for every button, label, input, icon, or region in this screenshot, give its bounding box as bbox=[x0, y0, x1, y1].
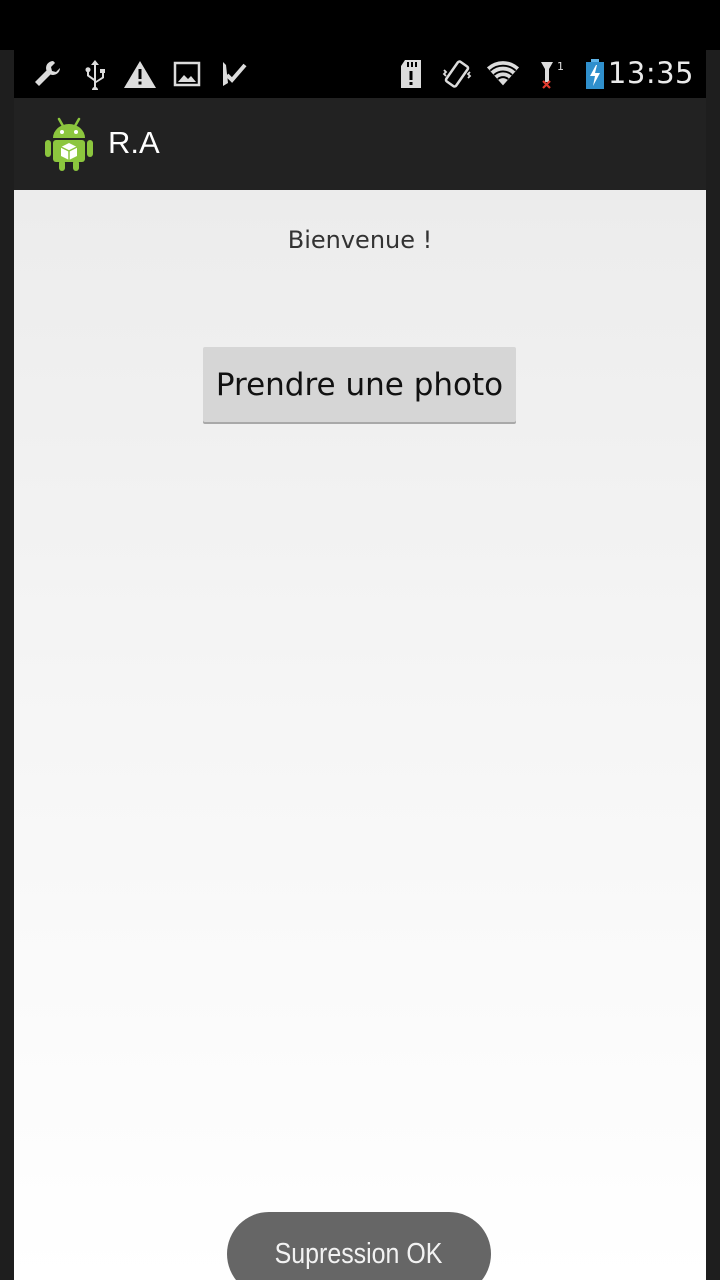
download-done-icon bbox=[216, 58, 250, 90]
usb-icon bbox=[78, 58, 112, 90]
toast-message: Supression OK bbox=[275, 1237, 443, 1270]
svg-text:1: 1 bbox=[557, 60, 564, 73]
status-bar: 1 13:35 bbox=[14, 50, 706, 98]
warning-icon bbox=[123, 58, 157, 90]
take-photo-button[interactable]: Prendre une photo bbox=[203, 347, 516, 422]
toast-notification: Supression OK bbox=[227, 1212, 491, 1280]
wrench-icon bbox=[30, 58, 64, 90]
image-icon bbox=[170, 58, 204, 90]
signal-icon: 1 bbox=[535, 58, 569, 90]
welcome-text: Bienvenue ! bbox=[287, 226, 433, 254]
wifi-icon bbox=[486, 58, 520, 90]
action-bar: R.A bbox=[14, 98, 706, 190]
screen-top-border bbox=[0, 0, 720, 50]
status-time: 13:35 bbox=[607, 56, 694, 90]
sd-card-icon bbox=[394, 58, 428, 90]
main-content: Bienvenue ! Prendre une photo Supression… bbox=[14, 190, 706, 1280]
battery-charging-icon bbox=[578, 58, 612, 90]
android-robot-icon[interactable] bbox=[44, 116, 94, 172]
app-title: R.A bbox=[108, 125, 160, 160]
device-screen: 1 13:35 R.A Bienvenue ! Prendre une phot… bbox=[14, 50, 706, 1280]
vibrate-icon bbox=[440, 58, 474, 90]
